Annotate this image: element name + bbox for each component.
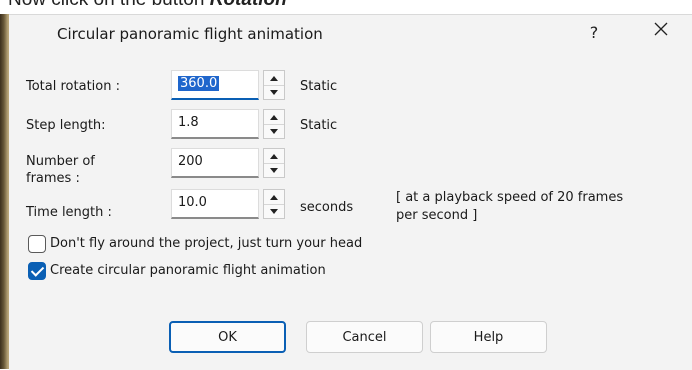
spin-down-icon[interactable] xyxy=(264,204,284,218)
create-animation-checkbox[interactable] xyxy=(28,262,46,280)
step-length-spinner[interactable] xyxy=(263,109,285,139)
caption-prefix: Now click on the button xyxy=(8,0,210,10)
number-of-frames-spinner[interactable] xyxy=(263,148,285,178)
total-rotation-input[interactable]: 360.0 xyxy=(171,70,259,100)
spin-up-icon[interactable] xyxy=(264,71,284,86)
spin-down-icon[interactable] xyxy=(264,163,284,177)
help-icon[interactable]: ? xyxy=(577,19,611,47)
number-of-frames-label-line2: frames : xyxy=(26,171,80,186)
help-button[interactable]: Help xyxy=(430,321,547,353)
flight-animation-dialog: Circular panoramic flight animation ? To… xyxy=(9,14,692,370)
number-of-frames-input[interactable]: 200 xyxy=(171,148,259,178)
total-rotation-unit: Static xyxy=(300,79,338,94)
time-length-label: Time length : xyxy=(26,205,112,220)
time-length-unit: seconds xyxy=(300,200,354,215)
total-rotation-value: 360.0 xyxy=(178,76,220,91)
close-icon[interactable] xyxy=(641,19,681,47)
playback-note-line1: [ at a playback speed of 20 frames xyxy=(396,190,624,205)
dialog-title: Circular panoramic flight animation xyxy=(57,25,323,43)
time-length-input[interactable]: 10.0 xyxy=(171,189,259,219)
step-length-label: Step length: xyxy=(26,118,106,133)
time-length-value: 10.0 xyxy=(178,195,207,210)
step-length-input[interactable]: 1.8 xyxy=(171,109,259,139)
cancel-button[interactable]: Cancel xyxy=(306,321,423,353)
background-window-edge xyxy=(0,14,9,369)
number-of-frames-value: 200 xyxy=(178,154,203,169)
spin-up-icon[interactable] xyxy=(264,110,284,125)
number-of-frames-label-line1: Number of xyxy=(26,154,95,169)
spin-down-icon[interactable] xyxy=(264,124,284,138)
total-rotation-label: Total rotation : xyxy=(26,79,120,94)
step-length-unit: Static xyxy=(300,118,338,133)
total-rotation-spinner[interactable] xyxy=(263,70,285,100)
time-length-spinner[interactable] xyxy=(263,189,285,219)
turn-head-checkbox[interactable] xyxy=(28,235,46,253)
close-x-glyph xyxy=(654,22,668,36)
playback-note-line2: per second ] xyxy=(396,208,478,223)
ok-button[interactable]: OK xyxy=(169,321,286,353)
caption-emphasis: Rotation xyxy=(210,0,287,10)
spin-up-icon[interactable] xyxy=(264,149,284,164)
create-animation-label[interactable]: Create circular panoramic flight animati… xyxy=(50,263,326,278)
spin-up-icon[interactable] xyxy=(264,190,284,205)
step-length-value: 1.8 xyxy=(178,115,199,130)
turn-head-label[interactable]: Don't fly around the project, just turn … xyxy=(50,236,362,251)
spin-down-icon[interactable] xyxy=(264,85,284,99)
